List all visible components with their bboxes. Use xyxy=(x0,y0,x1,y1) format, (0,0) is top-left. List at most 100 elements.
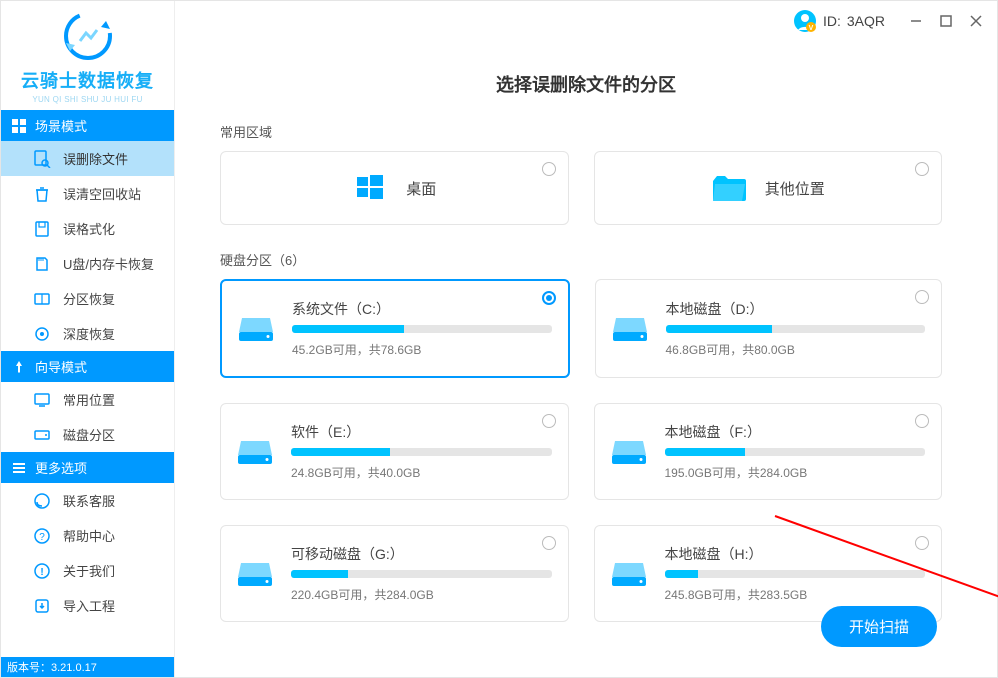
brand-subtitle: YUN QI SHI SHU JU HUI FU xyxy=(1,95,174,104)
sidebar-item-label: 误删除文件 xyxy=(63,149,128,168)
sidebar-item-deep-recover[interactable]: 深度恢复 xyxy=(1,316,174,351)
sidebar-item-format[interactable]: 误格式化 xyxy=(1,211,174,246)
radio-indicator xyxy=(915,536,929,550)
sidebar-item-label: 帮助中心 xyxy=(63,526,115,545)
disk-card-body: 软件（E:） 24.8GB可用，共40.0GB xyxy=(291,422,552,481)
sidebar-header-wizard-label: 向导模式 xyxy=(35,357,87,376)
monitor-icon xyxy=(33,391,51,409)
version-label: 版本号： xyxy=(7,662,51,674)
user-badge-icon: V xyxy=(793,9,817,33)
sidebar-item-label: 分区恢复 xyxy=(63,289,115,308)
pin-icon xyxy=(11,359,27,375)
sidebar-header-wizard[interactable]: 向导模式 xyxy=(1,351,174,382)
partition-icon xyxy=(33,290,51,308)
disk-title: 软件（E:） xyxy=(291,422,552,442)
disk-row: 系统文件（C:） 45.2GB可用，共78.6GB 本地磁盘（D:） 46.8G… xyxy=(220,279,942,378)
card-other-label: 其他位置 xyxy=(765,178,825,199)
sidebar-header-more[interactable]: 更多选项 xyxy=(1,452,174,483)
disk-usage-bar xyxy=(666,325,926,333)
sidebar-header-scene[interactable]: 场景模式 xyxy=(1,110,174,141)
grid-icon xyxy=(11,118,27,134)
disk-title: 本地磁盘（D:） xyxy=(666,299,926,319)
version-bar: 版本号：3.21.0.17 xyxy=(1,657,174,677)
card-desktop[interactable]: 桌面 xyxy=(220,151,569,225)
sidebar-item-usb-recover[interactable]: U盘/内存卡恢复 xyxy=(1,246,174,281)
sidebar-item-label: 误格式化 xyxy=(63,219,115,238)
disk-subtitle: 220.4GB可用，共284.0GB xyxy=(291,586,552,603)
disk-card[interactable]: 系统文件（C:） 45.2GB可用，共78.6GB xyxy=(220,279,570,378)
sidebar-item-help-center[interactable]: ? 帮助中心 xyxy=(1,518,174,553)
sidebar: 云骑士数据恢复 YUN QI SHI SHU JU HUI FU 场景模式 误删… xyxy=(1,1,175,677)
windows-icon xyxy=(352,170,388,206)
radio-indicator xyxy=(915,290,929,304)
app-window: 云骑士数据恢复 YUN QI SHI SHU JU HUI FU 场景模式 误删… xyxy=(0,0,998,678)
sidebar-item-label: U盘/内存卡恢复 xyxy=(63,254,154,273)
disk-section-label: 硬盘分区（6） xyxy=(220,250,942,269)
svg-text:V: V xyxy=(809,25,814,32)
sidebar-item-deleted-files[interactable]: 误删除文件 xyxy=(1,141,174,176)
sidebar-item-about[interactable]: ! 关于我们 xyxy=(1,553,174,588)
disk-row: 软件（E:） 24.8GB可用，共40.0GB 本地磁盘（F:） 195.0GB… xyxy=(220,403,942,500)
sidebar-item-import-project[interactable]: 导入工程 xyxy=(1,588,174,623)
disk-card-body: 可移动磁盘（G:） 220.4GB可用，共284.0GB xyxy=(291,544,552,603)
start-scan-button[interactable]: 开始扫描 xyxy=(821,606,937,647)
common-cards-row: 桌面 其他位置 xyxy=(220,151,942,225)
disk-card-body: 本地磁盘（D:） 46.8GB可用，共80.0GB xyxy=(666,299,926,358)
sidebar-item-contact-support[interactable]: 联系客服 xyxy=(1,483,174,518)
disk-title: 本地磁盘（H:） xyxy=(665,544,926,564)
sidebar-item-label: 关于我们 xyxy=(63,561,115,580)
disk-subtitle: 24.8GB可用，共40.0GB xyxy=(291,464,552,481)
disk-subtitle: 45.2GB可用，共78.6GB xyxy=(292,341,552,358)
disk-card[interactable]: 本地磁盘（F:） 195.0GB可用，共284.0GB xyxy=(594,403,943,500)
close-button[interactable] xyxy=(965,10,987,32)
sidebar-item-label: 深度恢复 xyxy=(63,324,115,343)
sidebar-item-label: 联系客服 xyxy=(63,491,115,510)
radio-indicator xyxy=(542,291,556,305)
sidebar-item-common-location[interactable]: 常用位置 xyxy=(1,382,174,417)
sidebar-header-scene-label: 场景模式 xyxy=(35,116,87,135)
titlebar: V ID: 3AQR xyxy=(175,1,997,41)
disk-title: 本地磁盘（F:） xyxy=(665,422,926,442)
card-desktop-label: 桌面 xyxy=(406,178,436,199)
import-icon xyxy=(33,597,51,615)
file-search-icon xyxy=(33,150,51,168)
disk-usage-bar xyxy=(665,448,926,456)
drive-icon xyxy=(612,311,648,347)
trash-icon xyxy=(33,185,51,203)
sidebar-header-more-label: 更多选项 xyxy=(35,458,87,477)
disk-card[interactable]: 可移动磁盘（G:） 220.4GB可用，共284.0GB xyxy=(220,525,569,622)
sidebar-item-partition-recover[interactable]: 分区恢复 xyxy=(1,281,174,316)
maximize-icon xyxy=(939,14,953,28)
sidebar-item-label: 误清空回收站 xyxy=(63,184,141,203)
disk-title: 可移动磁盘（G:） xyxy=(291,544,552,564)
info-icon: ! xyxy=(33,562,51,580)
disk-usage-bar xyxy=(291,570,552,578)
disks-grid: 系统文件（C:） 45.2GB可用，共78.6GB 本地磁盘（D:） 46.8G… xyxy=(220,279,942,622)
disk-subtitle: 46.8GB可用，共80.0GB xyxy=(666,341,926,358)
maximize-button[interactable] xyxy=(935,10,957,32)
sidebar-item-recycle-bin[interactable]: 误清空回收站 xyxy=(1,176,174,211)
deep-scan-icon xyxy=(33,325,51,343)
sdcard-icon xyxy=(33,255,51,273)
disk-card[interactable]: 软件（E:） 24.8GB可用，共40.0GB xyxy=(220,403,569,500)
sidebar-item-label: 常用位置 xyxy=(63,390,115,409)
window-controls xyxy=(905,10,987,32)
disk-card-body: 系统文件（C:） 45.2GB可用，共78.6GB xyxy=(292,299,552,358)
sidebar-item-disk-partition[interactable]: 磁盘分区 xyxy=(1,417,174,452)
id-prefix: ID: xyxy=(823,13,841,29)
radio-indicator xyxy=(542,414,556,428)
minimize-button[interactable] xyxy=(905,10,927,32)
disk-card[interactable]: 本地磁盘（D:） 46.8GB可用，共80.0GB xyxy=(595,279,943,378)
user-id-badge[interactable]: V ID: 3AQR xyxy=(793,9,885,33)
close-icon xyxy=(969,14,983,28)
headset-icon xyxy=(33,492,51,510)
disk-usage-bar xyxy=(291,448,552,456)
version-value: 3.21.0.17 xyxy=(51,662,97,674)
radio-indicator xyxy=(915,414,929,428)
disk-usage-bar xyxy=(665,570,926,578)
svg-text:?: ? xyxy=(39,532,45,543)
id-value: 3AQR xyxy=(847,13,885,29)
disk-subtitle: 245.8GB可用，共283.5GB xyxy=(665,586,926,603)
card-other-location[interactable]: 其他位置 xyxy=(594,151,943,225)
common-section-label: 常用区域 xyxy=(220,122,942,141)
